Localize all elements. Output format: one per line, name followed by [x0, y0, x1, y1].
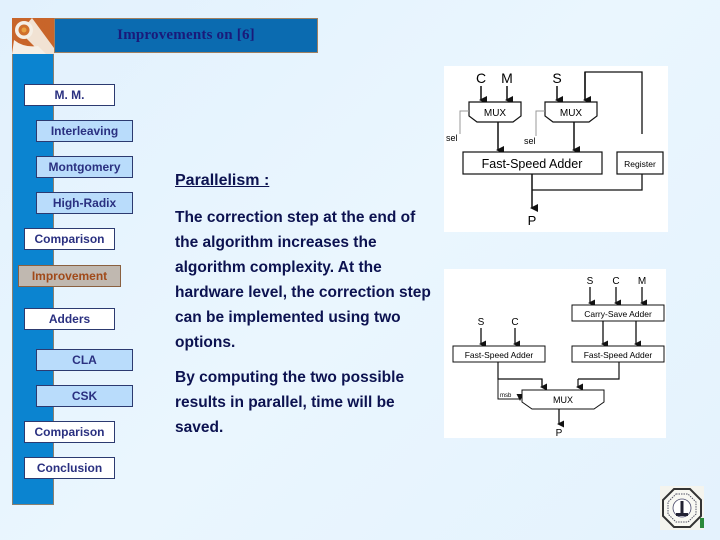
left-input-s-label: S — [478, 317, 485, 328]
carry-save-adder-label: Carry-Save Adder — [584, 309, 652, 319]
nav-item-label: Adders — [48, 312, 91, 326]
nav-item-comparison-2[interactable]: Comparison — [24, 421, 115, 443]
logo-icon — [12, 18, 54, 54]
nav-item-cla[interactable]: CLA — [36, 349, 133, 371]
nav-item-label: Conclusion — [36, 461, 103, 475]
nav-item-comparison-1[interactable]: Comparison — [24, 228, 115, 250]
csa-input-m-label: M — [638, 276, 646, 287]
msb-label: msb — [500, 393, 512, 399]
input-s-label: S — [552, 70, 561, 86]
nav-item-conclusion[interactable]: Conclusion — [24, 457, 115, 479]
output-p-label: P — [556, 428, 563, 438]
nav-item-montgomery[interactable]: Montgomery — [36, 156, 133, 178]
nav-item-adders[interactable]: Adders — [24, 308, 115, 330]
nav-item-high-radix[interactable]: High-Radix — [36, 192, 133, 214]
nav-item-interleaving[interactable]: Interleaving — [36, 120, 133, 142]
sel-1-label: sel — [446, 133, 458, 143]
nav-item-label: Interleaving — [50, 124, 119, 138]
nav-item-label: Montgomery — [48, 160, 121, 174]
input-m-label: M — [501, 70, 513, 86]
nav-item-label: Comparison — [34, 425, 105, 439]
slide-title: Improvements on [6] — [117, 27, 255, 43]
paragraph-correction-step: The correction step at the end of the al… — [175, 209, 431, 351]
nav-item-improvement[interactable]: Improvement — [18, 265, 121, 287]
fast-speed-adder-right-label: Fast-Speed Adder — [584, 350, 653, 360]
fast-speed-adder-left-label: Fast-Speed Adder — [465, 350, 534, 360]
sel-2-label: sel — [524, 136, 536, 146]
mux-label: MUX — [553, 395, 573, 405]
nav-item-label: CLA — [72, 353, 97, 367]
section-heading: Parallelism : — [175, 172, 270, 189]
diagram-serial-correction: C M S MUX MUX sel sel Fast-Speed Adder R… — [444, 66, 668, 232]
csa-input-c-label: C — [612, 276, 619, 287]
nav-item-label: Improvement — [31, 269, 108, 283]
university-seal — [660, 486, 704, 530]
nav-item-mm[interactable]: M. M. — [24, 84, 115, 106]
wire-left-adder-mux — [497, 362, 543, 387]
wire-right-adder-mux — [578, 362, 620, 380]
left-input-c-label: C — [511, 317, 518, 328]
nav-item-label: CSK — [71, 389, 98, 403]
output-p-label: P — [528, 213, 537, 228]
paragraph-parallel-results: By computing the two possible results in… — [175, 369, 405, 436]
csa-input-s-label: S — [587, 276, 594, 287]
diagram-parallel-correction: S C M Carry-Save Adder S C Fast-Speed Ad… — [444, 269, 666, 439]
nav-item-csk[interactable]: CSK — [36, 385, 133, 407]
input-c-label: C — [476, 70, 486, 86]
slide-title-bar: Improvements on [6] — [54, 18, 318, 53]
register-label: Register — [624, 159, 656, 169]
seal-icon — [660, 486, 704, 530]
fast-speed-adder-label: Fast-Speed Adder — [482, 157, 583, 171]
mux-2-label: MUX — [560, 108, 583, 119]
nav-item-label: M. M. — [54, 88, 85, 102]
logo — [12, 18, 54, 54]
mux-1-label: MUX — [484, 108, 507, 119]
nav-item-label: High-Radix — [52, 196, 117, 210]
sel-1-wire — [459, 110, 469, 134]
register-to-output-wire — [532, 174, 643, 191]
sel-2-wire — [535, 110, 545, 136]
nav-item-label: Comparison — [34, 232, 105, 246]
